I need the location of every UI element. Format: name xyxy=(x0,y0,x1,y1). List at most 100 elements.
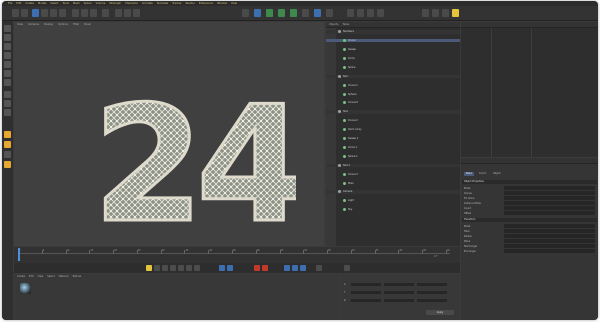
attribute-field[interactable] xyxy=(504,239,595,243)
edges-mode-icon[interactable] xyxy=(4,61,11,68)
autokey-mode-icon[interactable] xyxy=(227,265,233,271)
menu-item[interactable]: Spline xyxy=(84,2,92,5)
tab-coord[interactable]: Coord. xyxy=(477,172,489,176)
menu-item[interactable]: Animate xyxy=(142,2,153,5)
object-tree-row[interactable]: Light xyxy=(326,199,460,203)
tab-takes[interactable]: Takes xyxy=(342,23,349,26)
menu-item[interactable]: Window xyxy=(217,2,227,5)
snap-left-icon[interactable] xyxy=(4,109,11,116)
menu-item[interactable]: Tracker xyxy=(172,2,181,5)
rotation-field[interactable] xyxy=(417,282,447,286)
material-menu-item[interactable]: Texture xyxy=(72,275,81,278)
keyframe-mode-icon[interactable] xyxy=(219,265,225,271)
layout-icon-4[interactable] xyxy=(377,9,384,17)
menu-item[interactable]: Volume xyxy=(96,2,106,5)
render-picture-viewer-icon[interactable] xyxy=(124,9,131,17)
tweak-icon[interactable] xyxy=(4,100,11,107)
enable-axis-icon[interactable] xyxy=(4,91,11,98)
object-tree-row[interactable]: Null.1 xyxy=(326,163,460,168)
floor-icon[interactable] xyxy=(302,9,309,17)
viewport-menu-item[interactable]: Panel xyxy=(84,23,91,26)
point-level-icon[interactable] xyxy=(344,265,350,271)
go-to-start-icon[interactable] xyxy=(146,265,152,271)
scale-icon[interactable] xyxy=(50,9,57,17)
points-mode-icon[interactable] xyxy=(4,52,11,59)
attribute-field[interactable] xyxy=(504,211,595,215)
perspective-viewport[interactable]: View Cameras Display Options Filter Pane… xyxy=(14,22,324,246)
viewport-menu-item[interactable]: Filter xyxy=(73,23,79,26)
layout-icon-3[interactable] xyxy=(367,9,374,17)
axis-lock-icon[interactable] xyxy=(442,9,449,17)
workplane-mode-icon[interactable] xyxy=(4,43,11,50)
attribute-field[interactable] xyxy=(504,224,595,228)
deformer-icon[interactable] xyxy=(290,9,297,17)
scale-key-icon[interactable] xyxy=(300,265,306,271)
object-tree-row[interactable]: Text xyxy=(326,110,460,114)
layout-icon-2[interactable] xyxy=(357,9,364,17)
undo-icon[interactable] xyxy=(12,9,19,17)
solo-hierarchy-icon[interactable] xyxy=(4,141,11,148)
lock-workplane-icon[interactable] xyxy=(4,161,11,168)
object-tree-row[interactable]: Cloner.1 xyxy=(326,83,460,87)
rotation-field[interactable] xyxy=(417,298,447,302)
z-axis-icon[interactable] xyxy=(90,9,97,17)
material-menu-item[interactable]: Edit xyxy=(29,275,34,278)
menu-item[interactable]: Select xyxy=(50,2,58,5)
position-key-icon[interactable] xyxy=(284,265,290,271)
go-to-end-icon[interactable] xyxy=(194,265,200,271)
light-icon[interactable] xyxy=(326,9,333,17)
attribute-field[interactable] xyxy=(504,206,595,210)
section-transform[interactable]: Transform xyxy=(462,218,597,222)
record-icon[interactable] xyxy=(254,265,260,271)
menu-item[interactable]: Modes xyxy=(38,2,46,5)
numeral-24-model[interactable]: 24 xyxy=(96,58,296,247)
model-mode-icon[interactable] xyxy=(4,25,11,32)
redo-icon[interactable] xyxy=(21,9,28,17)
render-view-icon[interactable] xyxy=(115,9,122,17)
object-tree-row[interactable]: Circle xyxy=(326,56,460,61)
layout-icon[interactable] xyxy=(347,9,354,17)
object-tree-row[interactable]: Sky xyxy=(326,208,460,212)
menu-item[interactable]: Character xyxy=(125,2,138,5)
attribute-field[interactable] xyxy=(504,186,595,190)
object-tree-row[interactable]: Plain xyxy=(326,181,460,185)
paint-icon[interactable] xyxy=(4,151,11,158)
texture-mode-icon[interactable] xyxy=(4,34,11,41)
next-frame-icon[interactable] xyxy=(178,265,184,271)
attribute-field[interactable] xyxy=(504,201,595,205)
menu-item[interactable]: Mesh xyxy=(73,2,80,5)
y-axis-icon[interactable] xyxy=(81,9,88,17)
live-selection-icon[interactable] xyxy=(32,9,39,17)
menu-item[interactable]: MoGraph xyxy=(109,2,121,5)
coordinate-system-icon[interactable] xyxy=(102,9,109,17)
object-tree-row[interactable]: Numbers xyxy=(326,30,460,34)
menu-item[interactable]: File xyxy=(8,2,12,5)
attribute-field[interactable] xyxy=(504,244,595,248)
workplane-icon[interactable] xyxy=(432,9,439,17)
object-tree-row[interactable]: Null xyxy=(326,74,460,79)
tab-basic[interactable]: Basic xyxy=(464,172,475,176)
playhead[interactable] xyxy=(18,248,20,261)
attribute-field[interactable] xyxy=(504,196,595,200)
rotation-key-icon[interactable] xyxy=(292,265,298,271)
menu-item[interactable]: Render xyxy=(186,2,195,5)
material-menu-item[interactable]: Material xyxy=(59,275,69,278)
attribute-field[interactable] xyxy=(504,249,595,253)
object-tree-row[interactable]: Cloner.2 xyxy=(326,119,460,123)
object-tree-row[interactable]: Spline.1 xyxy=(326,154,460,159)
object-tree-row[interactable]: Spline xyxy=(326,65,460,70)
solo-icon[interactable] xyxy=(4,131,11,138)
attribute-field[interactable] xyxy=(504,229,595,233)
menu-item[interactable]: Edit xyxy=(16,2,21,5)
object-tree-row[interactable]: Sphere xyxy=(326,92,460,96)
object-tree-row[interactable]: Cloner xyxy=(326,38,460,43)
previous-frame-icon[interactable] xyxy=(162,265,168,271)
autokey-icon[interactable] xyxy=(262,265,268,271)
section-object-properties[interactable]: Object Properties xyxy=(462,180,597,184)
previous-key-icon[interactable] xyxy=(154,265,160,271)
material-menu-item[interactable]: Select xyxy=(47,275,54,278)
camera-icon[interactable] xyxy=(314,9,321,17)
object-tree-row[interactable]: Atom Array xyxy=(326,128,460,132)
menu-item[interactable]: Extensions xyxy=(199,2,213,5)
rotate-icon[interactable] xyxy=(59,9,66,17)
